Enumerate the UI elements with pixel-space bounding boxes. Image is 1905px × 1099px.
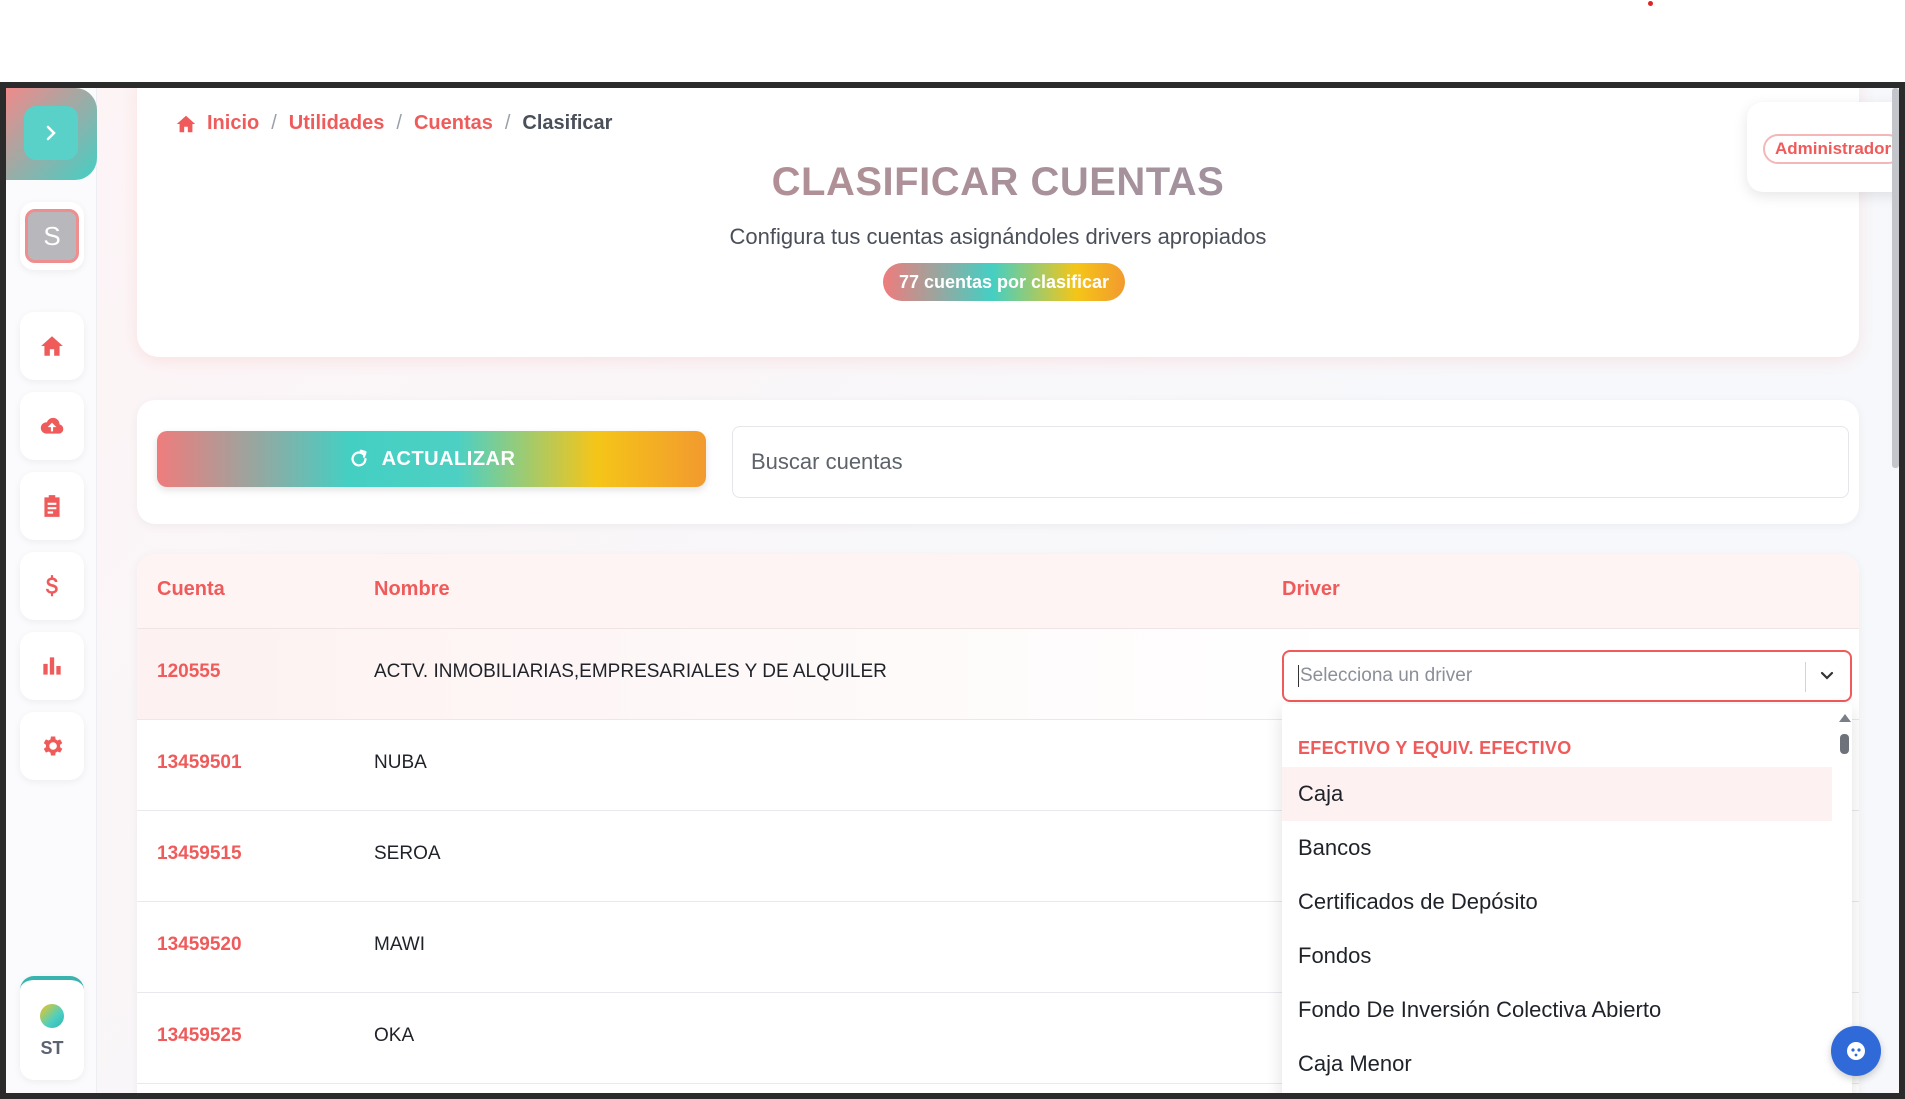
theme-switcher[interactable]: ST xyxy=(20,976,84,1080)
sidebar-avatar: S xyxy=(25,209,79,263)
user-menu[interactable]: Administrador A xyxy=(1747,102,1899,192)
sidebar-item-analytics[interactable] xyxy=(20,632,84,700)
select-divider xyxy=(1805,662,1806,692)
driver-select[interactable]: Selecciona un driver xyxy=(1282,650,1852,702)
sidebar-item-finance[interactable] xyxy=(20,552,84,620)
dropdown-option[interactable]: Certificados de Depósito xyxy=(1282,875,1832,929)
sidebar-item-settings[interactable] xyxy=(20,712,84,780)
breadcrumb-separator: / xyxy=(504,112,511,134)
breadcrumb: Inicio / Utilidades / Cuentas / Clasific… xyxy=(175,112,612,135)
breadcrumb-utilidades[interactable]: Utilidades xyxy=(289,112,385,135)
breadcrumb-separator: / xyxy=(396,112,402,134)
sidebar-expand-button[interactable] xyxy=(24,106,78,160)
dropdown-option[interactable]: Caja Menor xyxy=(1282,1037,1832,1091)
page-scrollbar-thumb[interactable] xyxy=(1892,88,1899,468)
scroll-up-arrow-icon[interactable] xyxy=(1839,714,1851,722)
cloud-upload-icon xyxy=(40,417,64,434)
column-header-nombre: Nombre xyxy=(374,578,450,600)
gear-icon xyxy=(43,736,63,756)
app-viewport: S ST Inicio / Utilidades / Cuentas / Cla… xyxy=(6,88,1899,1093)
theme-color-icon xyxy=(40,1004,64,1028)
home-icon xyxy=(41,336,63,356)
account-code: 13459501 xyxy=(157,752,242,773)
home-icon[interactable] xyxy=(175,113,197,135)
sidebar: S ST xyxy=(6,88,97,1093)
browser-top-area xyxy=(0,0,1905,82)
page-header-card: Inicio / Utilidades / Cuentas / Clasific… xyxy=(137,88,1899,357)
refresh-icon xyxy=(351,449,367,467)
sidebar-profile-card[interactable]: S xyxy=(20,202,84,270)
sidebar-toggle-area xyxy=(6,88,97,180)
breadcrumb-inicio[interactable]: Inicio xyxy=(207,112,259,135)
toolbar-card: ACTUALIZAR xyxy=(137,400,1859,524)
theme-label: ST xyxy=(40,1038,64,1058)
chevron-down-icon[interactable] xyxy=(1817,666,1837,686)
scrollbar-thumb[interactable] xyxy=(1840,734,1849,754)
bar-chart-icon xyxy=(43,657,61,675)
dropdown-option[interactable]: Fondo De Inversión Colectiva Abierto xyxy=(1282,983,1832,1037)
driver-dropdown-menu: EFECTIVO Y EQUIV. EFECTIVO Caja Bancos C… xyxy=(1282,704,1852,1093)
account-code: 13459515 xyxy=(157,843,242,864)
chevron-right-icon xyxy=(46,125,56,141)
chat-bot-button[interactable] xyxy=(1831,1026,1881,1076)
column-header-cuenta: Cuenta xyxy=(157,578,225,600)
account-name: OKA xyxy=(374,1025,415,1046)
account-name: MAWI xyxy=(374,934,426,955)
refresh-button-label: ACTUALIZAR xyxy=(381,447,516,470)
breadcrumb-cuentas[interactable]: Cuentas xyxy=(414,112,493,135)
dollar-icon xyxy=(45,575,58,597)
sidebar-item-upload[interactable] xyxy=(20,392,84,460)
account-name: NUBA xyxy=(374,752,427,773)
dropdown-option[interactable]: Caja xyxy=(1282,767,1832,821)
driver-select-placeholder: Selecciona un driver xyxy=(1298,665,1473,687)
page-title: CLASIFICAR CUENTAS xyxy=(137,160,1859,205)
breadcrumb-separator: / xyxy=(271,112,277,134)
dropdown-option[interactable]: Bancos xyxy=(1282,821,1832,875)
notification-dot xyxy=(1648,1,1653,6)
column-header-driver: Driver xyxy=(1282,578,1340,600)
account-code: 13459525 xyxy=(157,1025,242,1046)
page-subtitle: Configura tus cuentas asignándoles drive… xyxy=(729,224,1267,249)
pending-count-badge: 77 cuentas por clasificar xyxy=(883,263,1125,301)
table-header: Cuenta Nombre Driver xyxy=(137,554,1859,629)
refresh-button[interactable]: ACTUALIZAR xyxy=(157,431,706,487)
account-code: 13459520 xyxy=(157,934,242,955)
accounts-table: Cuenta Nombre Driver 120555 ACTV. INMOBI… xyxy=(137,554,1859,1093)
clipboard-icon xyxy=(44,495,60,517)
chat-bot-icon xyxy=(1847,1042,1865,1060)
role-badge: Administrador xyxy=(1763,134,1899,164)
dropdown-option[interactable]: Fondos xyxy=(1282,929,1832,983)
account-code: 120555 xyxy=(157,661,221,682)
sidebar-item-reports[interactable] xyxy=(20,472,84,540)
account-name: ACTV. INMOBILIARIAS,EMPRESARIALES Y DE A… xyxy=(374,661,887,682)
search-input[interactable] xyxy=(732,426,1849,498)
account-name: SEROA xyxy=(374,843,441,864)
dropdown-group-label: EFECTIVO Y EQUIV. EFECTIVO xyxy=(1298,738,1572,758)
sidebar-item-home[interactable] xyxy=(20,312,84,380)
breadcrumb-current: Clasificar xyxy=(522,112,613,134)
